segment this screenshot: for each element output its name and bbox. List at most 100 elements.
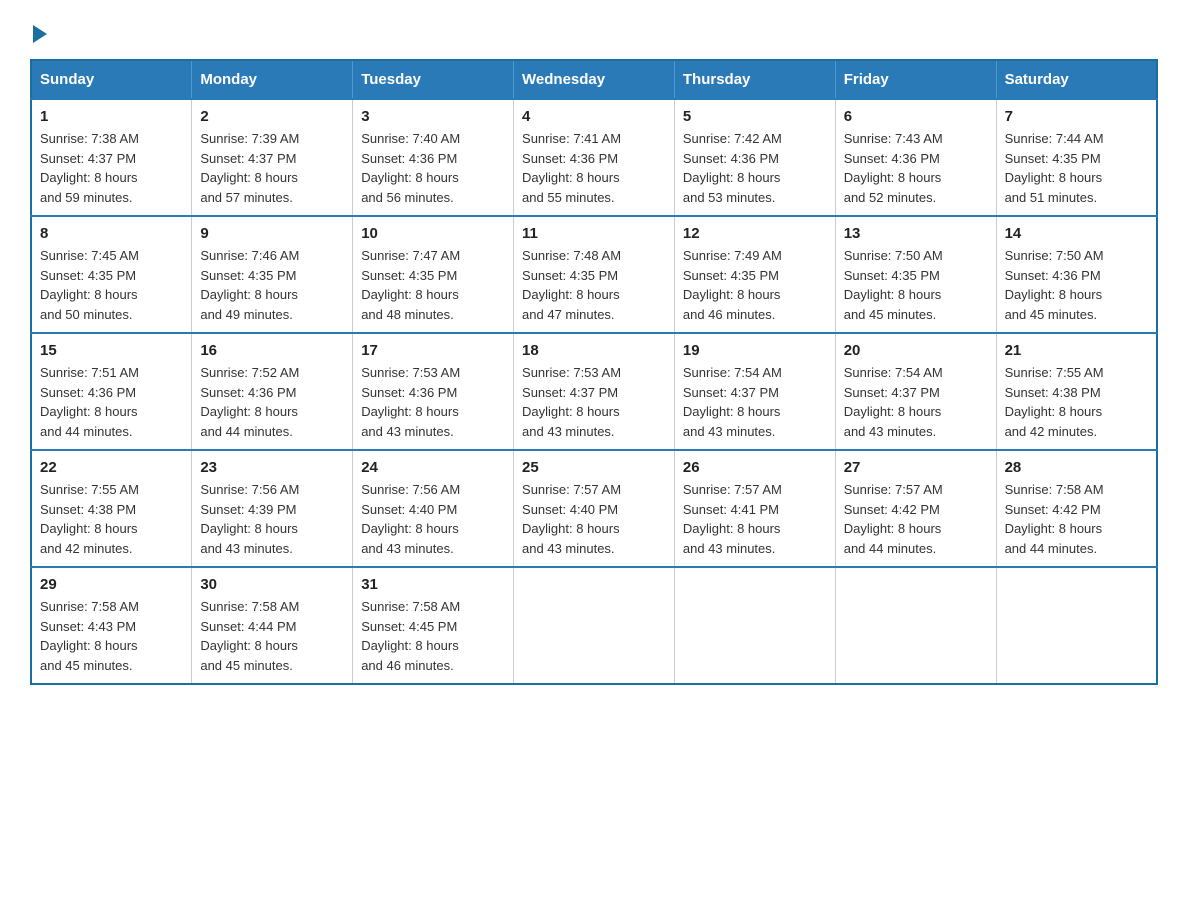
day-number: 28 xyxy=(1005,459,1148,476)
day-info: Sunrise: 7:50 AM Sunset: 4:36 PM Dayligh… xyxy=(1005,246,1148,324)
day-number: 29 xyxy=(40,576,183,593)
day-info: Sunrise: 7:45 AM Sunset: 4:35 PM Dayligh… xyxy=(40,246,183,324)
day-info: Sunrise: 7:56 AM Sunset: 4:40 PM Dayligh… xyxy=(361,480,505,558)
column-header-wednesday: Wednesday xyxy=(514,60,675,99)
day-number: 19 xyxy=(683,342,827,359)
logo-arrow-icon xyxy=(33,25,47,43)
column-header-monday: Monday xyxy=(192,60,353,99)
day-info: Sunrise: 7:54 AM Sunset: 4:37 PM Dayligh… xyxy=(844,363,988,441)
calendar-week-row: 1 Sunrise: 7:38 AM Sunset: 4:37 PM Dayli… xyxy=(31,99,1157,216)
day-number: 18 xyxy=(522,342,666,359)
day-info: Sunrise: 7:56 AM Sunset: 4:39 PM Dayligh… xyxy=(200,480,344,558)
day-info: Sunrise: 7:51 AM Sunset: 4:36 PM Dayligh… xyxy=(40,363,183,441)
column-header-friday: Friday xyxy=(835,60,996,99)
calendar-cell: 13 Sunrise: 7:50 AM Sunset: 4:35 PM Dayl… xyxy=(835,216,996,333)
day-number: 2 xyxy=(200,108,344,125)
column-header-tuesday: Tuesday xyxy=(353,60,514,99)
calendar-table: SundayMondayTuesdayWednesdayThursdayFrid… xyxy=(30,59,1158,685)
calendar-cell: 6 Sunrise: 7:43 AM Sunset: 4:36 PM Dayli… xyxy=(835,99,996,216)
day-number: 20 xyxy=(844,342,988,359)
column-header-saturday: Saturday xyxy=(996,60,1157,99)
day-info: Sunrise: 7:47 AM Sunset: 4:35 PM Dayligh… xyxy=(361,246,505,324)
day-info: Sunrise: 7:57 AM Sunset: 4:41 PM Dayligh… xyxy=(683,480,827,558)
calendar-cell: 2 Sunrise: 7:39 AM Sunset: 4:37 PM Dayli… xyxy=(192,99,353,216)
day-info: Sunrise: 7:42 AM Sunset: 4:36 PM Dayligh… xyxy=(683,129,827,207)
calendar-header-row: SundayMondayTuesdayWednesdayThursdayFrid… xyxy=(31,60,1157,99)
calendar-cell: 17 Sunrise: 7:53 AM Sunset: 4:36 PM Dayl… xyxy=(353,333,514,450)
day-number: 14 xyxy=(1005,225,1148,242)
page-header xyxy=(30,20,1158,39)
calendar-cell: 27 Sunrise: 7:57 AM Sunset: 4:42 PM Dayl… xyxy=(835,450,996,567)
calendar-cell: 22 Sunrise: 7:55 AM Sunset: 4:38 PM Dayl… xyxy=(31,450,192,567)
day-number: 16 xyxy=(200,342,344,359)
calendar-cell: 15 Sunrise: 7:51 AM Sunset: 4:36 PM Dayl… xyxy=(31,333,192,450)
day-info: Sunrise: 7:44 AM Sunset: 4:35 PM Dayligh… xyxy=(1005,129,1148,207)
day-number: 6 xyxy=(844,108,988,125)
day-number: 27 xyxy=(844,459,988,476)
day-number: 8 xyxy=(40,225,183,242)
day-info: Sunrise: 7:53 AM Sunset: 4:36 PM Dayligh… xyxy=(361,363,505,441)
day-number: 22 xyxy=(40,459,183,476)
day-info: Sunrise: 7:38 AM Sunset: 4:37 PM Dayligh… xyxy=(40,129,183,207)
day-number: 9 xyxy=(200,225,344,242)
day-info: Sunrise: 7:40 AM Sunset: 4:36 PM Dayligh… xyxy=(361,129,505,207)
calendar-cell: 25 Sunrise: 7:57 AM Sunset: 4:40 PM Dayl… xyxy=(514,450,675,567)
calendar-cell: 26 Sunrise: 7:57 AM Sunset: 4:41 PM Dayl… xyxy=(674,450,835,567)
calendar-cell: 21 Sunrise: 7:55 AM Sunset: 4:38 PM Dayl… xyxy=(996,333,1157,450)
calendar-cell: 4 Sunrise: 7:41 AM Sunset: 4:36 PM Dayli… xyxy=(514,99,675,216)
calendar-cell: 20 Sunrise: 7:54 AM Sunset: 4:37 PM Dayl… xyxy=(835,333,996,450)
day-number: 17 xyxy=(361,342,505,359)
day-info: Sunrise: 7:55 AM Sunset: 4:38 PM Dayligh… xyxy=(40,480,183,558)
day-info: Sunrise: 7:53 AM Sunset: 4:37 PM Dayligh… xyxy=(522,363,666,441)
calendar-cell: 3 Sunrise: 7:40 AM Sunset: 4:36 PM Dayli… xyxy=(353,99,514,216)
calendar-cell: 29 Sunrise: 7:58 AM Sunset: 4:43 PM Dayl… xyxy=(31,567,192,684)
day-info: Sunrise: 7:46 AM Sunset: 4:35 PM Dayligh… xyxy=(200,246,344,324)
calendar-cell: 14 Sunrise: 7:50 AM Sunset: 4:36 PM Dayl… xyxy=(996,216,1157,333)
day-number: 3 xyxy=(361,108,505,125)
calendar-cell xyxy=(674,567,835,684)
day-number: 25 xyxy=(522,459,666,476)
calendar-cell: 16 Sunrise: 7:52 AM Sunset: 4:36 PM Dayl… xyxy=(192,333,353,450)
day-number: 10 xyxy=(361,225,505,242)
day-number: 21 xyxy=(1005,342,1148,359)
calendar-cell: 12 Sunrise: 7:49 AM Sunset: 4:35 PM Dayl… xyxy=(674,216,835,333)
day-number: 26 xyxy=(683,459,827,476)
day-number: 4 xyxy=(522,108,666,125)
day-number: 31 xyxy=(361,576,505,593)
calendar-cell: 18 Sunrise: 7:53 AM Sunset: 4:37 PM Dayl… xyxy=(514,333,675,450)
day-number: 15 xyxy=(40,342,183,359)
day-info: Sunrise: 7:48 AM Sunset: 4:35 PM Dayligh… xyxy=(522,246,666,324)
calendar-cell xyxy=(996,567,1157,684)
day-number: 12 xyxy=(683,225,827,242)
calendar-cell xyxy=(514,567,675,684)
calendar-cell: 7 Sunrise: 7:44 AM Sunset: 4:35 PM Dayli… xyxy=(996,99,1157,216)
day-info: Sunrise: 7:54 AM Sunset: 4:37 PM Dayligh… xyxy=(683,363,827,441)
calendar-week-row: 22 Sunrise: 7:55 AM Sunset: 4:38 PM Dayl… xyxy=(31,450,1157,567)
day-info: Sunrise: 7:58 AM Sunset: 4:42 PM Dayligh… xyxy=(1005,480,1148,558)
day-info: Sunrise: 7:52 AM Sunset: 4:36 PM Dayligh… xyxy=(200,363,344,441)
day-info: Sunrise: 7:58 AM Sunset: 4:45 PM Dayligh… xyxy=(361,597,505,675)
calendar-cell: 19 Sunrise: 7:54 AM Sunset: 4:37 PM Dayl… xyxy=(674,333,835,450)
day-number: 5 xyxy=(683,108,827,125)
calendar-cell: 10 Sunrise: 7:47 AM Sunset: 4:35 PM Dayl… xyxy=(353,216,514,333)
day-number: 11 xyxy=(522,225,666,242)
calendar-cell: 5 Sunrise: 7:42 AM Sunset: 4:36 PM Dayli… xyxy=(674,99,835,216)
day-info: Sunrise: 7:55 AM Sunset: 4:38 PM Dayligh… xyxy=(1005,363,1148,441)
day-info: Sunrise: 7:43 AM Sunset: 4:36 PM Dayligh… xyxy=(844,129,988,207)
day-info: Sunrise: 7:57 AM Sunset: 4:42 PM Dayligh… xyxy=(844,480,988,558)
calendar-cell: 28 Sunrise: 7:58 AM Sunset: 4:42 PM Dayl… xyxy=(996,450,1157,567)
calendar-cell: 8 Sunrise: 7:45 AM Sunset: 4:35 PM Dayli… xyxy=(31,216,192,333)
column-header-thursday: Thursday xyxy=(674,60,835,99)
day-info: Sunrise: 7:49 AM Sunset: 4:35 PM Dayligh… xyxy=(683,246,827,324)
calendar-cell: 9 Sunrise: 7:46 AM Sunset: 4:35 PM Dayli… xyxy=(192,216,353,333)
day-info: Sunrise: 7:57 AM Sunset: 4:40 PM Dayligh… xyxy=(522,480,666,558)
day-number: 30 xyxy=(200,576,344,593)
day-number: 24 xyxy=(361,459,505,476)
day-number: 1 xyxy=(40,108,183,125)
calendar-cell: 31 Sunrise: 7:58 AM Sunset: 4:45 PM Dayl… xyxy=(353,567,514,684)
day-info: Sunrise: 7:39 AM Sunset: 4:37 PM Dayligh… xyxy=(200,129,344,207)
calendar-cell: 11 Sunrise: 7:48 AM Sunset: 4:35 PM Dayl… xyxy=(514,216,675,333)
calendar-cell xyxy=(835,567,996,684)
calendar-cell: 1 Sunrise: 7:38 AM Sunset: 4:37 PM Dayli… xyxy=(31,99,192,216)
calendar-week-row: 15 Sunrise: 7:51 AM Sunset: 4:36 PM Dayl… xyxy=(31,333,1157,450)
